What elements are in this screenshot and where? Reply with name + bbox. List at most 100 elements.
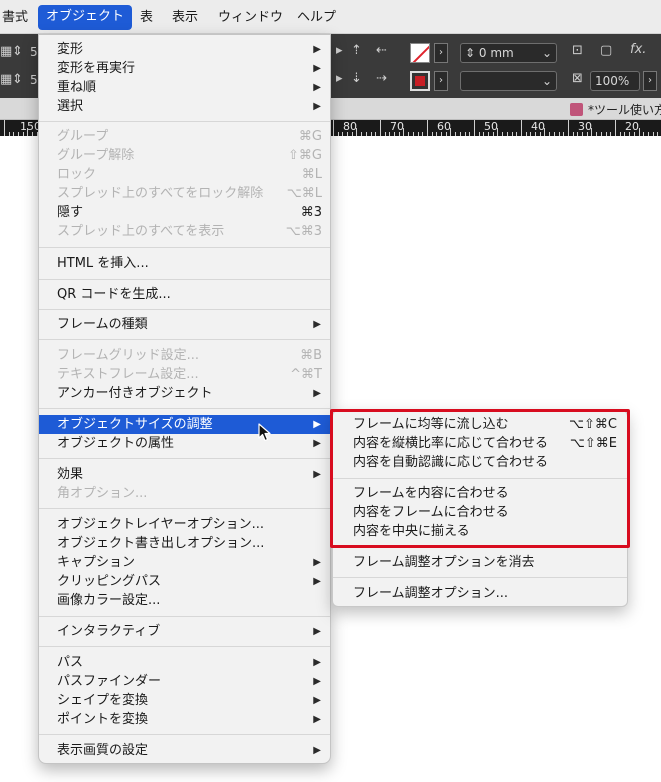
menu-separator xyxy=(39,408,330,409)
menu-item-object-layer-options[interactable]: オブジェクトレイヤーオプション... xyxy=(39,515,330,534)
opacity-field[interactable]: 100% xyxy=(590,71,640,91)
menu-item-effects[interactable]: 効果 ▶ xyxy=(39,465,330,484)
menu-item-lock[interactable]: ロック ⌘L xyxy=(39,165,330,184)
menu-view[interactable]: 表示 xyxy=(172,9,198,26)
menu-item-image-color-settings[interactable]: 画像カラー設定... xyxy=(39,591,330,610)
ruler-label: 40 xyxy=(531,120,545,133)
submenu-item-clear-frame-fitting-options[interactable]: フレーム調整オプションを消去 xyxy=(333,553,627,572)
menu-item-paths[interactable]: パス ▶ xyxy=(39,653,330,672)
menu-item-label: 変形 xyxy=(57,42,84,57)
submenu-arrow-icon: ▶ xyxy=(313,319,321,330)
ruler-tick xyxy=(653,132,654,136)
menu-item-convert-point[interactable]: ポイントを変換 ▶ xyxy=(39,710,330,729)
submenu-arrow-icon: ▶ xyxy=(313,626,321,637)
drop-shadow-icon[interactable]: ▢ xyxy=(600,43,612,59)
document-tab[interactable]: *ツール使い方 xyxy=(570,101,661,118)
menu-item-generate-qr-code[interactable]: QR コードを生成... xyxy=(39,285,330,304)
menu-separator xyxy=(39,508,330,509)
menu-help[interactable]: ヘルプ xyxy=(297,9,336,26)
flip-arrow-icon[interactable]: ▸ xyxy=(336,43,343,59)
menu-separator xyxy=(39,121,330,122)
menu-table[interactable]: 表 xyxy=(140,9,153,26)
ruler-tick xyxy=(474,120,475,136)
submenu-arrow-icon: ▶ xyxy=(313,745,321,756)
menu-item-pathfinder[interactable]: パスファインダー ▶ xyxy=(39,672,330,691)
submenu-arrow-icon: ▶ xyxy=(313,576,321,587)
ruler-tick xyxy=(394,132,395,136)
menu-item-hide[interactable]: 隠す ⌘3 xyxy=(39,203,330,222)
menu-item-fitting[interactable]: オブジェクトサイズの調整 ▶ xyxy=(39,415,330,434)
stepper-icon-3[interactable]: ⇕ xyxy=(465,46,479,60)
submenu-arrow-icon: ▶ xyxy=(313,63,321,74)
menu-item-corner-options[interactable]: 角オプション... xyxy=(39,484,330,503)
menu-window[interactable]: ウィンドウ xyxy=(218,9,283,26)
menu-item-show-all-on-spread[interactable]: スプレッド上のすべてを表示 ⌥⌘3 xyxy=(39,222,330,241)
ruler-tick xyxy=(455,132,456,136)
menu-item-label: フレームグリッド設定... xyxy=(57,348,200,363)
menu-item-group[interactable]: グループ ⌘G xyxy=(39,127,330,146)
chevron-down-icon-2[interactable]: ⌄ xyxy=(542,72,552,90)
ruler-tick xyxy=(450,128,451,136)
ruler-tick xyxy=(488,132,489,136)
ruler-tick xyxy=(544,128,545,136)
menu-item-interactive[interactable]: インタラクティブ ▶ xyxy=(39,622,330,641)
ruler-tick xyxy=(408,132,409,136)
distribute-horizontal-icon[interactable]: ⇠ xyxy=(376,43,387,59)
chevron-down-icon[interactable]: ⌄ xyxy=(542,44,552,62)
menu-item-anchored-object[interactable]: アンカー付きオブジェクト ▶ xyxy=(39,384,330,403)
distribute-vertical-icon[interactable]: ⇡ xyxy=(351,43,362,59)
menu-item-arrange[interactable]: 重ね順 ▶ xyxy=(39,78,330,97)
menu-item-captions[interactable]: キャプション ▶ xyxy=(39,553,330,572)
ruler-tick xyxy=(657,132,658,136)
flip-arrow-icon-2[interactable]: ▸ xyxy=(336,71,343,87)
submenu-item-frame-fitting-options[interactable]: フレーム調整オプション... xyxy=(333,584,627,603)
menu-item-object-attributes[interactable]: オブジェクトの属性 ▶ xyxy=(39,434,330,453)
menu-item-clipping-path[interactable]: クリッピングパス ▶ xyxy=(39,572,330,591)
fill-swatch-none[interactable] xyxy=(410,43,430,63)
stepper-icon-2[interactable]: ⇕ xyxy=(12,72,23,88)
menu-separator xyxy=(39,616,330,617)
menu-item-label: 効果 xyxy=(57,467,84,482)
menu-object[interactable]: オブジェクト xyxy=(38,5,133,30)
menu-item-label: オブジェクトサイズの調整 xyxy=(57,417,213,432)
menu-item-ungroup[interactable]: グループ解除 ⇧⌘G xyxy=(39,146,330,165)
submenu-arrow-icon: ▶ xyxy=(313,44,321,55)
opacity-dropdown-button[interactable]: › xyxy=(643,71,657,91)
fit-frame-icon[interactable]: ⊡ xyxy=(572,43,583,59)
ruler-tick xyxy=(596,132,597,136)
ruler-tick xyxy=(385,132,386,136)
distribute-vertical-icon-2[interactable]: ⇣ xyxy=(351,71,362,87)
menu-item-text-frame-options[interactable]: テキストフレーム設定... ^⌘T xyxy=(39,365,330,384)
mouse-pointer-icon xyxy=(258,423,271,442)
distribute-horizontal-icon-2[interactable]: ⇢ xyxy=(376,71,387,87)
x-field-value[interactable]: 5 xyxy=(30,44,38,60)
menu-item-convert-shape[interactable]: シェイプを変換 ▶ xyxy=(39,691,330,710)
menu-item-label: HTML を挿入... xyxy=(57,256,149,271)
stroke-type-field[interactable]: ⌄ xyxy=(460,71,557,91)
menu-item-frame-grid-options[interactable]: フレームグリッド設定... ⌘B xyxy=(39,346,330,365)
menu-item-transform-again[interactable]: 変形を再実行 ▶ xyxy=(39,59,330,78)
menu-item-label: 画像カラー設定... xyxy=(57,593,161,608)
stepper-icon[interactable]: ⇕ xyxy=(12,44,23,60)
ruler-tick xyxy=(333,120,334,136)
menu-item-select[interactable]: 選択 ▶ xyxy=(39,97,330,116)
fill-dropdown-button[interactable]: › xyxy=(434,43,448,63)
fx-icon[interactable]: fx. xyxy=(630,42,646,58)
menu-item-content-type[interactable]: フレームの種類 ▶ xyxy=(39,315,330,334)
menu-item-object-export-options[interactable]: オブジェクト書き出しオプション... xyxy=(39,534,330,553)
y-field-value[interactable]: 5 xyxy=(30,72,38,88)
reference-point-icon-2[interactable]: ▦ xyxy=(0,72,12,88)
menu-item-display-performance[interactable]: 表示画質の設定 ▶ xyxy=(39,741,330,760)
menu-item-insert-html[interactable]: HTML を挿入... xyxy=(39,254,330,273)
menu-separator xyxy=(39,646,330,647)
stroke-swatch[interactable] xyxy=(410,71,430,91)
menu-item-unlock-all-on-spread[interactable]: スプレッド上のすべてをロック解除 ⌥⌘L xyxy=(39,184,330,203)
submenu-arrow-icon: ▶ xyxy=(313,419,321,430)
ruler-tick xyxy=(27,128,28,136)
stroke-dropdown-button[interactable]: › xyxy=(434,71,448,91)
reference-point-icon[interactable]: ▦ xyxy=(0,44,12,60)
menu-item-label: QR コードを生成... xyxy=(57,287,171,302)
stroke-weight-field[interactable]: ⇕ 0 mm ⌄ xyxy=(460,43,557,63)
menu-item-transform[interactable]: 変形 ▶ xyxy=(39,40,330,59)
menu-format[interactable]: 書式 xyxy=(2,9,28,26)
